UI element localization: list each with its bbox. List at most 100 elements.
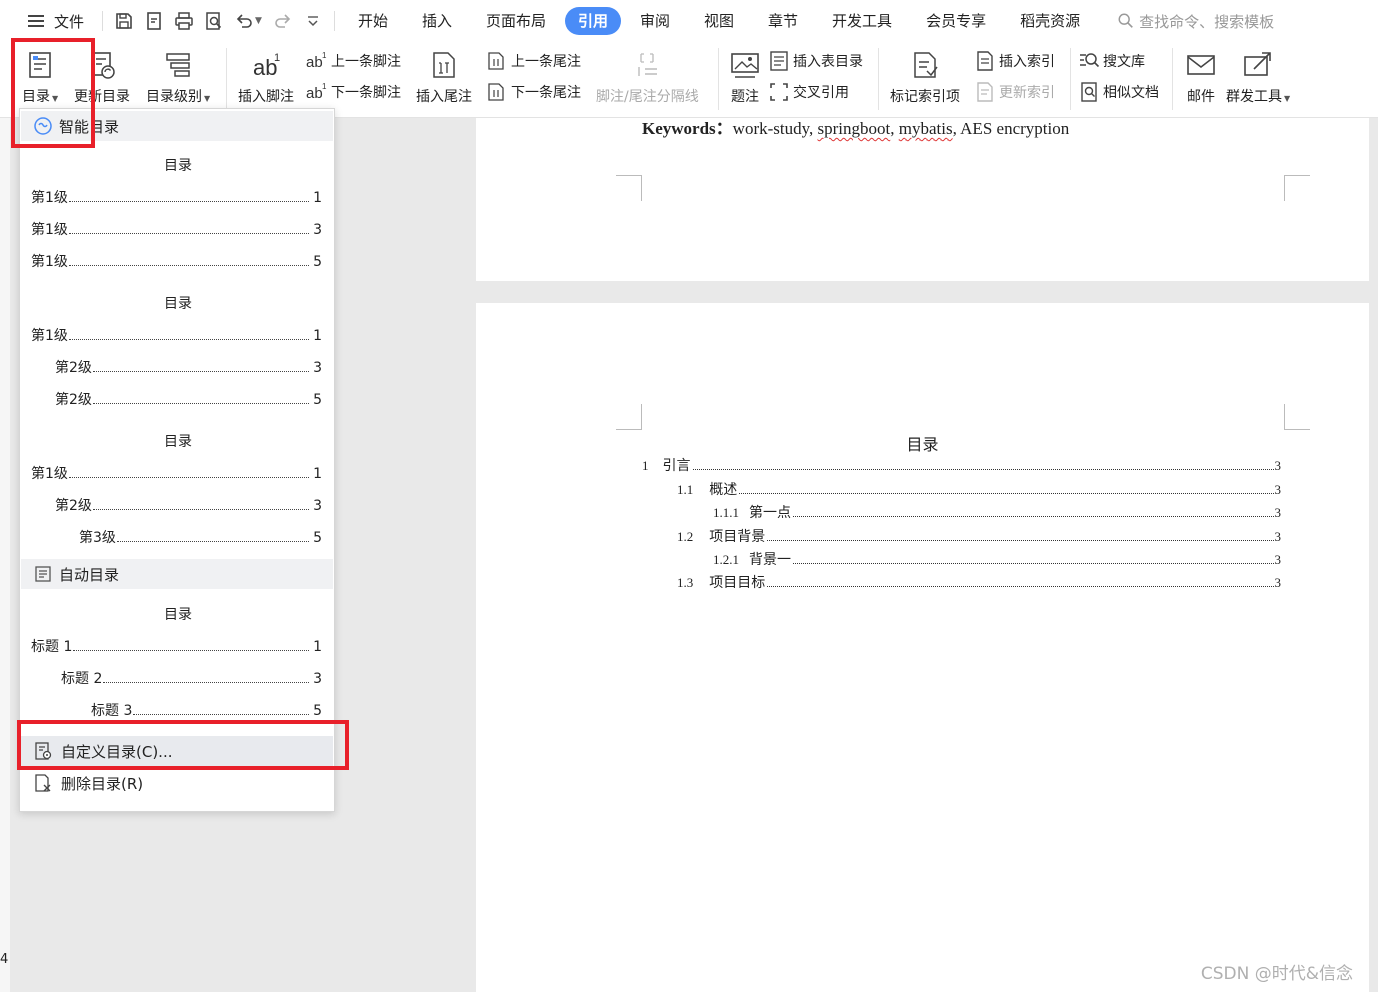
divider xyxy=(333,11,335,31)
toc-template-row[interactable]: 第2级 3 xyxy=(55,495,322,515)
leader-dots xyxy=(68,201,310,202)
mail-button[interactable]: 邮件 xyxy=(1184,48,1218,106)
toc-entry[interactable]: 1 引言 3 xyxy=(642,455,1281,475)
caption-icon xyxy=(728,48,762,82)
insert-endnote-button[interactable]: 插入尾注 xyxy=(416,48,472,106)
print-icon[interactable] xyxy=(173,10,195,32)
caption-button[interactable]: 题注 xyxy=(728,48,762,106)
mark-index-entry-button[interactable]: 标记索引项 xyxy=(890,48,960,106)
ribbon-divider xyxy=(878,48,879,110)
toc-entry-text: 引言 xyxy=(662,458,691,474)
toc-leader-dots xyxy=(692,469,1274,470)
tab-page-layout[interactable]: 页面布局 xyxy=(471,7,561,35)
toc-template-row[interactable]: 标题 2 3 xyxy=(61,668,322,688)
undo-dropdown-icon[interactable]: ▼ xyxy=(255,16,262,26)
auto-toc-icon xyxy=(35,566,51,582)
footnote-separator-button[interactable]: 脚注/尾注分隔线 xyxy=(596,48,699,106)
toc-entry[interactable]: 1.3 项目目标 3 xyxy=(677,572,1281,592)
next-footnote-button[interactable]: ab 1 下一条脚注 xyxy=(306,81,401,103)
toc-template-row[interactable]: 第1级 1 xyxy=(31,325,322,345)
tab-member[interactable]: 会员专享 xyxy=(911,7,1001,35)
search-library-button[interactable]: 搜文库 xyxy=(1078,50,1145,72)
tab-docer[interactable]: 稻壳资源 xyxy=(1005,7,1095,35)
template-row-text: 第1级 xyxy=(31,254,68,270)
ribbon-toolbar: 目录 ▼ 更新目录 目录级别 ▼ ab 1 插入脚注 ab 1 上一条脚注 ab 1 下一… xyxy=(0,42,1378,118)
leader-dots xyxy=(73,650,310,651)
tab-review[interactable]: 审阅 xyxy=(625,7,685,35)
menu-bar: 文件 ▼ 开始 插入 页面布局 引用 审阅 视图 章节 开发工具 会员专享 稻壳… xyxy=(0,0,1378,42)
tab-section[interactable]: 章节 xyxy=(753,7,813,35)
toc-entry[interactable]: 1.1 概述 3 xyxy=(677,479,1281,499)
search-library-icon xyxy=(1080,53,1100,68)
keyword-text: work-study, xyxy=(732,119,818,138)
undo-icon[interactable] xyxy=(233,10,255,32)
toc-template-title[interactable]: 目录 xyxy=(20,604,336,624)
template-row-text: 第1级 xyxy=(31,222,68,238)
search-icon xyxy=(1118,13,1133,28)
auto-toc-label: 自动目录 xyxy=(59,565,120,584)
template-row-page: 3 xyxy=(313,222,322,238)
keyword-text: , AES encryption xyxy=(952,119,1070,138)
toc-template-title[interactable]: 目录 xyxy=(20,293,336,313)
template-row-page: 5 xyxy=(313,254,322,270)
tab-developer[interactable]: 开发工具 xyxy=(817,7,907,35)
export-pdf-icon[interactable] xyxy=(143,10,165,32)
toc-level-button[interactable]: 目录级别 ▼ xyxy=(146,48,210,106)
document-page-2[interactable]: 目录 1 引言 3 1.1 概述 3 1.1.1 第一点 3 1.2 项目背景 … xyxy=(476,303,1369,992)
caption-label: 题注 xyxy=(731,89,759,105)
customize-toolbar-icon[interactable] xyxy=(302,10,324,32)
toc-level-label: 目录级别 xyxy=(146,89,202,105)
toc-template-title[interactable]: 目录 xyxy=(20,431,336,451)
update-index-button[interactable]: 更新索引 xyxy=(974,81,1055,103)
ribbon-divider xyxy=(718,48,719,110)
tab-home[interactable]: 开始 xyxy=(343,7,403,35)
next-endnote-button[interactable]: 下一条尾注 xyxy=(486,81,581,103)
mark-index-icon xyxy=(908,48,942,82)
separator-line-icon xyxy=(630,48,664,82)
mark-index-entry-label: 标记索引项 xyxy=(890,89,960,105)
document-page-1[interactable]: Keywords：work-study, springboot, mybatis… xyxy=(476,118,1369,281)
tab-references[interactable]: 引用 xyxy=(564,7,621,35)
toc-template-row[interactable]: 第1级 3 xyxy=(31,219,322,239)
toc-entry-page: 3 xyxy=(1274,552,1282,567)
toc-level-dropdown-icon: ▼ xyxy=(204,94,211,103)
tab-view[interactable]: 视图 xyxy=(689,7,749,35)
tab-insert[interactable]: 插入 xyxy=(407,7,467,35)
toc-template-row[interactable]: 第3级 5 xyxy=(79,527,322,547)
prev-endnote-button[interactable]: 上一条尾注 xyxy=(486,50,581,72)
file-menu-button[interactable]: 文件 xyxy=(0,6,96,36)
mass-send-icon xyxy=(1241,48,1275,82)
print-preview-icon[interactable] xyxy=(203,10,225,32)
toc-template-row[interactable]: 第1级 1 xyxy=(31,187,322,207)
toc-entry[interactable]: 1.2 项目背景 3 xyxy=(677,526,1281,546)
toc-template-title[interactable]: 目录 xyxy=(20,155,336,175)
keyword-text: springboot xyxy=(817,119,891,138)
cross-reference-button[interactable]: 交叉引用 xyxy=(768,81,849,103)
toc-template-row[interactable]: 第1级 5 xyxy=(31,251,322,271)
toc-template-row[interactable]: 第2级 3 xyxy=(55,357,322,377)
toc-template-row[interactable]: 标题 3 5 xyxy=(91,700,322,720)
delete-toc-menu-item[interactable]: 删除目录(R) xyxy=(21,768,333,798)
toc-template-row[interactable]: 标题 1 1 xyxy=(31,636,322,656)
insert-footnote-button[interactable]: ab 1 插入脚注 xyxy=(238,48,294,106)
command-search[interactable]: 查找命令、搜索模板 xyxy=(1117,11,1274,32)
prev-endnote-icon xyxy=(488,52,504,70)
mass-send-tools-button[interactable]: 群发工具 ▼ xyxy=(1226,48,1290,106)
save-icon[interactable] xyxy=(113,10,135,32)
toc-template-row[interactable]: 第2级 5 xyxy=(55,389,322,409)
template-row-page: 1 xyxy=(313,639,322,655)
toc-entry[interactable]: 1.1.1 第一点 3 xyxy=(713,502,1281,522)
cross-reference-label: 交叉引用 xyxy=(793,85,849,101)
toc-entry-page: 3 xyxy=(1274,482,1282,497)
toc-template-row[interactable]: 第1级 1 xyxy=(31,463,322,483)
file-menu-label: 文件 xyxy=(54,12,85,31)
hamburger-icon xyxy=(28,15,44,27)
toc-entry[interactable]: 1.2.1 背景一 3 xyxy=(713,549,1281,569)
prev-footnote-button[interactable]: ab 1 上一条脚注 xyxy=(306,50,401,72)
template-row-page: 5 xyxy=(313,703,322,719)
insert-index-button[interactable]: 插入索引 xyxy=(974,50,1055,72)
insert-table-of-figures-button[interactable]: 插入表目录 xyxy=(768,50,863,72)
redo-icon[interactable] xyxy=(272,10,294,32)
svg-text:1: 1 xyxy=(322,82,327,91)
similar-docs-button[interactable]: 相似文档 xyxy=(1078,81,1159,103)
